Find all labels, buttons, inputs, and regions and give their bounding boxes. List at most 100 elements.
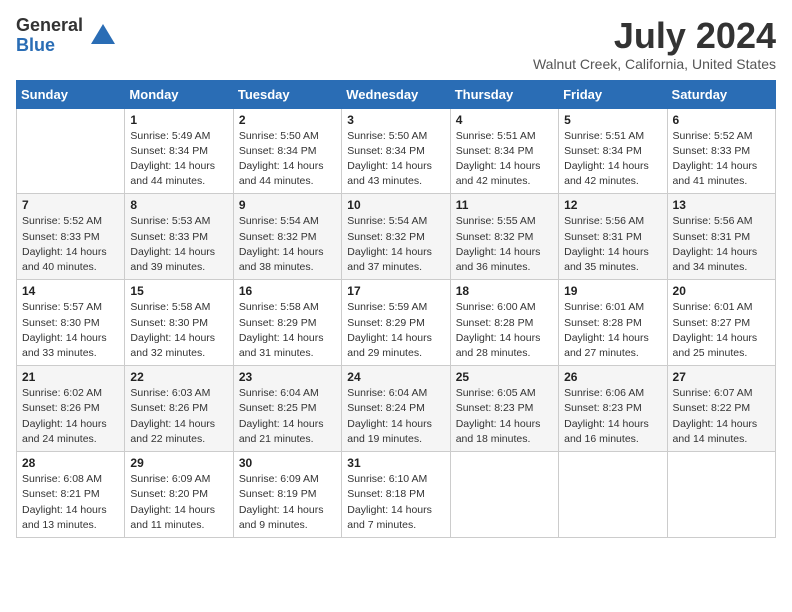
- calendar-cell: 11Sunrise: 5:55 AMSunset: 8:32 PMDayligh…: [450, 194, 558, 280]
- calendar-cell: 3Sunrise: 5:50 AMSunset: 8:34 PMDaylight…: [342, 108, 450, 194]
- cell-info: Sunrise: 5:58 AMSunset: 8:30 PMDaylight:…: [130, 300, 227, 361]
- calendar-cell: 27 Sunrise: 6:07 AMSunset: 8:22 PMDayligh…: [667, 366, 775, 452]
- day-number: 6: [673, 113, 770, 127]
- calendar-cell: 5 Sunrise: 5:51 AMSunset: 8:34 PMDaylight…: [559, 108, 667, 194]
- calendar-cell: 16Sunrise: 5:58 AMSunset: 8:29 PMDayligh…: [233, 280, 341, 366]
- calendar-week-3: 14 Sunrise: 5:57 AMSunset: 8:30 PMDayligh…: [17, 280, 776, 366]
- cell-info: Sunrise: 5:53 AMSunset: 8:33 PMDaylight:…: [130, 214, 227, 275]
- calendar-week-2: 7 Sunrise: 5:52 AMSunset: 8:33 PMDaylight…: [17, 194, 776, 280]
- calendar-cell: 14 Sunrise: 5:57 AMSunset: 8:30 PMDayligh…: [17, 280, 125, 366]
- weekday-header-thursday: Thursday: [450, 80, 558, 108]
- logo-blue-text: Blue: [16, 36, 83, 56]
- day-number: 19: [564, 284, 661, 298]
- calendar-cell: [559, 452, 667, 538]
- weekday-header-friday: Friday: [559, 80, 667, 108]
- calendar-cell: 12 Sunrise: 5:56 AMSunset: 8:31 PMDayligh…: [559, 194, 667, 280]
- day-number: 24: [347, 370, 444, 384]
- calendar-cell: 13Sunrise: 5:56 AMSunset: 8:31 PMDayligh…: [667, 194, 775, 280]
- cell-info: Sunrise: 6:01 AMSunset: 8:27 PMDaylight:…: [673, 300, 770, 361]
- day-number: 23: [239, 370, 336, 384]
- calendar-cell: 10 Sunrise: 5:54 AMSunset: 8:32 PMDayligh…: [342, 194, 450, 280]
- day-number: 10: [347, 198, 444, 212]
- weekday-header-wednesday: Wednesday: [342, 80, 450, 108]
- calendar-cell: 2 Sunrise: 5:50 AMSunset: 8:34 PMDaylight…: [233, 108, 341, 194]
- calendar-cell: 6 Sunrise: 5:52 AMSunset: 8:33 PMDaylight…: [667, 108, 775, 194]
- day-number: 15: [130, 284, 227, 298]
- day-number: 14: [22, 284, 119, 298]
- calendar-cell: 17Sunrise: 5:59 AMSunset: 8:29 PMDayligh…: [342, 280, 450, 366]
- day-number: 21: [22, 370, 119, 384]
- day-number: 1: [130, 113, 227, 127]
- cell-info: Sunrise: 5:52 AMSunset: 8:33 PMDaylight:…: [673, 129, 770, 190]
- day-number: 31: [347, 456, 444, 470]
- calendar-cell: 29 Sunrise: 6:09 AMSunset: 8:20 PMDayligh…: [125, 452, 233, 538]
- calendar-cell: 4Sunrise: 5:51 AMSunset: 8:34 PMDaylight…: [450, 108, 558, 194]
- calendar-week-1: 1 Sunrise: 5:49 AMSunset: 8:34 PMDaylight…: [17, 108, 776, 194]
- weekday-header-saturday: Saturday: [667, 80, 775, 108]
- cell-info: Sunrise: 5:56 AMSunset: 8:31 PMDaylight:…: [673, 214, 770, 275]
- weekday-header-row: SundayMondayTuesdayWednesdayThursdayFrid…: [17, 80, 776, 108]
- day-number: 7: [22, 198, 119, 212]
- calendar-cell: 25 Sunrise: 6:05 AMSunset: 8:23 PMDayligh…: [450, 366, 558, 452]
- cell-info: Sunrise: 6:10 AMSunset: 8:18 PMDaylight:…: [347, 472, 444, 533]
- cell-info: Sunrise: 6:09 AMSunset: 8:20 PMDaylight:…: [130, 472, 227, 533]
- day-number: 2: [239, 113, 336, 127]
- calendar-cell: 22 Sunrise: 6:03 AMSunset: 8:26 PMDayligh…: [125, 366, 233, 452]
- day-number: 25: [456, 370, 553, 384]
- cell-info: Sunrise: 6:07 AMSunset: 8:22 PMDaylight:…: [673, 386, 770, 447]
- cell-info: Sunrise: 5:51 AMSunset: 8:34 PMDaylight:…: [564, 129, 661, 190]
- calendar-cell: 15 Sunrise: 5:58 AMSunset: 8:30 PMDayligh…: [125, 280, 233, 366]
- logo: General Blue: [16, 16, 119, 56]
- logo-icon: [87, 20, 119, 52]
- day-number: 16: [239, 284, 336, 298]
- cell-info: Sunrise: 5:57 AMSunset: 8:30 PMDaylight:…: [22, 300, 119, 361]
- weekday-header-tuesday: Tuesday: [233, 80, 341, 108]
- cell-info: Sunrise: 5:56 AMSunset: 8:31 PMDaylight:…: [564, 214, 661, 275]
- calendar-cell: 20 Sunrise: 6:01 AMSunset: 8:27 PMDayligh…: [667, 280, 775, 366]
- day-number: 8: [130, 198, 227, 212]
- cell-info: Sunrise: 5:49 AMSunset: 8:34 PMDaylight:…: [130, 129, 227, 190]
- day-number: 3: [347, 113, 444, 127]
- calendar-cell: 24 Sunrise: 6:04 AMSunset: 8:24 PMDayligh…: [342, 366, 450, 452]
- day-number: 27: [673, 370, 770, 384]
- cell-info: Sunrise: 5:54 AMSunset: 8:32 PMDaylight:…: [239, 214, 336, 275]
- calendar-week-4: 21Sunrise: 6:02 AMSunset: 8:26 PMDayligh…: [17, 366, 776, 452]
- cell-info: Sunrise: 5:54 AMSunset: 8:32 PMDaylight:…: [347, 214, 444, 275]
- title-block: July 2024 Walnut Creek, California, Unit…: [533, 16, 776, 72]
- day-number: 12: [564, 198, 661, 212]
- day-number: 22: [130, 370, 227, 384]
- cell-info: Sunrise: 6:04 AMSunset: 8:24 PMDaylight:…: [347, 386, 444, 447]
- logo-general-text: General: [16, 16, 83, 36]
- calendar-cell: 7 Sunrise: 5:52 AMSunset: 8:33 PMDaylight…: [17, 194, 125, 280]
- cell-info: Sunrise: 5:50 AMSunset: 8:34 PMDaylight:…: [239, 129, 336, 190]
- calendar-cell: 8 Sunrise: 5:53 AMSunset: 8:33 PMDaylight…: [125, 194, 233, 280]
- cell-info: Sunrise: 6:05 AMSunset: 8:23 PMDaylight:…: [456, 386, 553, 447]
- cell-info: Sunrise: 5:52 AMSunset: 8:33 PMDaylight:…: [22, 214, 119, 275]
- calendar-cell: 28 Sunrise: 6:08 AMSunset: 8:21 PMDayligh…: [17, 452, 125, 538]
- calendar-cell: [17, 108, 125, 194]
- weekday-header-sunday: Sunday: [17, 80, 125, 108]
- calendar-cell: 21Sunrise: 6:02 AMSunset: 8:26 PMDayligh…: [17, 366, 125, 452]
- day-number: 5: [564, 113, 661, 127]
- day-number: 30: [239, 456, 336, 470]
- cell-info: Sunrise: 5:59 AMSunset: 8:29 PMDaylight:…: [347, 300, 444, 361]
- calendar-cell: 30 Sunrise: 6:09 AMSunset: 8:19 PMDayligh…: [233, 452, 341, 538]
- cell-info: Sunrise: 6:04 AMSunset: 8:25 PMDaylight:…: [239, 386, 336, 447]
- day-number: 20: [673, 284, 770, 298]
- location-title: Walnut Creek, California, United States: [533, 56, 776, 72]
- calendar-cell: 18Sunrise: 6:00 AMSunset: 8:28 PMDayligh…: [450, 280, 558, 366]
- cell-info: Sunrise: 5:51 AMSunset: 8:34 PMDaylight:…: [456, 129, 553, 190]
- cell-info: Sunrise: 6:09 AMSunset: 8:19 PMDaylight:…: [239, 472, 336, 533]
- cell-info: Sunrise: 6:01 AMSunset: 8:28 PMDaylight:…: [564, 300, 661, 361]
- day-number: 29: [130, 456, 227, 470]
- weekday-header-monday: Monday: [125, 80, 233, 108]
- day-number: 26: [564, 370, 661, 384]
- calendar-cell: [667, 452, 775, 538]
- cell-info: Sunrise: 6:00 AMSunset: 8:28 PMDaylight:…: [456, 300, 553, 361]
- page-header: General Blue July 2024 Walnut Creek, Cal…: [16, 16, 776, 72]
- day-number: 28: [22, 456, 119, 470]
- calendar-cell: 9Sunrise: 5:54 AMSunset: 8:32 PMDaylight…: [233, 194, 341, 280]
- cell-info: Sunrise: 6:08 AMSunset: 8:21 PMDaylight:…: [22, 472, 119, 533]
- cell-info: Sunrise: 6:03 AMSunset: 8:26 PMDaylight:…: [130, 386, 227, 447]
- calendar-table: SundayMondayTuesdayWednesdayThursdayFrid…: [16, 80, 776, 538]
